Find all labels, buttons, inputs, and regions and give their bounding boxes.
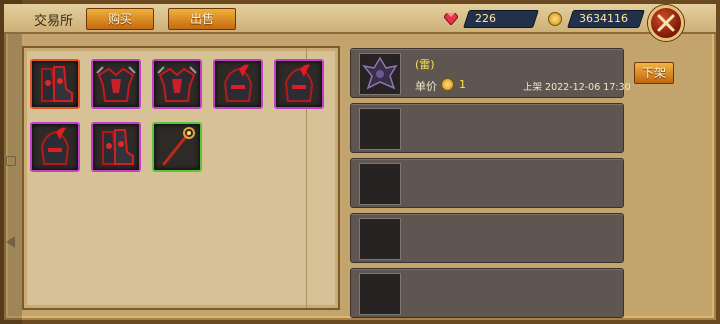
price-value: 1: [459, 78, 466, 91]
tab-buy[interactable]: 购买: [86, 8, 154, 30]
gold-count: 3634116: [579, 12, 628, 25]
gem-icon: [444, 13, 458, 25]
boots-icon: [41, 66, 73, 102]
listing-row[interactable]: (雷) 单价 1 上架 2022-12-06 17:30: [350, 48, 631, 98]
listed-time: 2022-12-06 17:30: [545, 82, 631, 93]
helmet-icon: [284, 64, 314, 102]
inventory-slot[interactable]: [274, 59, 324, 109]
page-title: 交易所: [34, 14, 74, 29]
delist-button[interactable]: 下架: [634, 62, 674, 84]
recent-apps-icon[interactable]: [6, 156, 16, 166]
item-thumbnail: [359, 53, 401, 95]
inventory-slot[interactable]: [91, 59, 141, 109]
inventory-slot[interactable]: [152, 122, 202, 172]
empty-thumbnail: [359, 108, 401, 150]
helmet-icon: [40, 127, 70, 165]
inventory-slot[interactable]: [91, 122, 141, 172]
empty-thumbnail: [359, 273, 401, 315]
close-button[interactable]: [648, 5, 684, 41]
empty-thumbnail: [359, 218, 401, 260]
gem-balance: 226: [463, 10, 539, 28]
inventory-slot[interactable]: [152, 59, 202, 109]
empty-thumbnail: [359, 163, 401, 205]
inventory-slot[interactable]: [30, 122, 80, 172]
listing-row-empty: [350, 268, 624, 318]
listed-info: 上架 2022-12-06 17:30: [523, 79, 631, 93]
item-element: (雷): [415, 58, 435, 71]
item-name: (雷): [415, 56, 435, 72]
chest-armor-icon: [96, 66, 136, 102]
staff-icon: [162, 127, 195, 166]
gold-coin-icon: [548, 12, 562, 26]
close-icon: [657, 14, 675, 32]
price-label: 单价: [415, 80, 437, 93]
chest-armor-icon: [157, 66, 197, 102]
tab-sell[interactable]: 出售: [168, 8, 236, 30]
listing-row-empty: [350, 158, 624, 208]
inventory-slot[interactable]: [30, 59, 80, 109]
back-icon[interactable]: [6, 236, 15, 248]
system-nav-bar: [0, 0, 22, 324]
boots-icon: [102, 129, 134, 165]
listing-row-empty: [350, 103, 624, 153]
listing-row-empty: [350, 213, 624, 263]
header-bar: 交易所 购买 出售 226 3634116: [4, 4, 716, 41]
gold-balance: 3634116: [567, 10, 645, 28]
dark-crystal-icon: [362, 56, 398, 90]
gem-count: 226: [475, 12, 496, 25]
listed-label: 上架: [523, 82, 543, 93]
helmet-icon: [223, 64, 253, 102]
inventory-slot[interactable]: [213, 59, 263, 109]
gold-coin-icon: [441, 78, 454, 91]
